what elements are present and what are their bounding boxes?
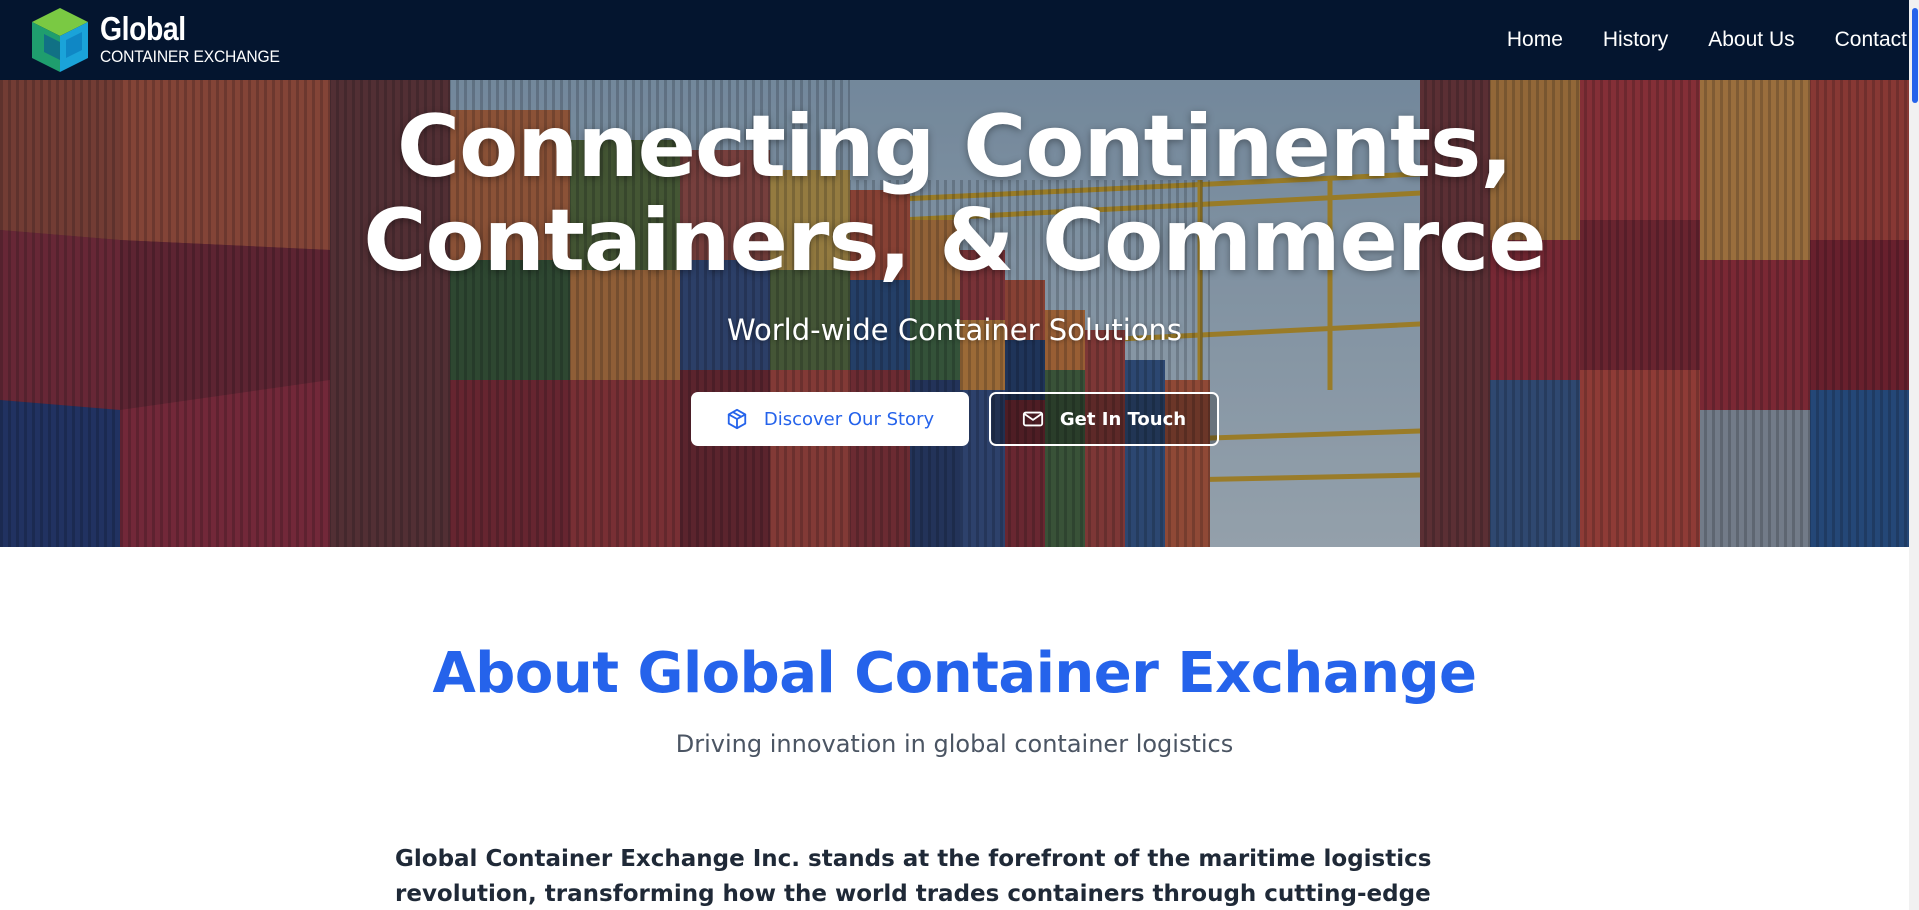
mail-icon: [1022, 410, 1044, 428]
scrollbar-track[interactable]: [1909, 0, 1919, 910]
logo-subtitle: CONTAINER EXCHANGE: [100, 47, 280, 66]
hero-subtitle: World-wide Container Solutions: [727, 313, 1182, 347]
hero-title-line-1: Connecting Continents,: [396, 97, 1513, 197]
about-subtitle: Driving innovation in global container l…: [675, 730, 1234, 758]
get-in-touch-button[interactable]: Get In Touch: [989, 392, 1219, 446]
box-icon: [726, 408, 748, 430]
cube-logo-icon: [32, 8, 88, 72]
scrollbar-thumb[interactable]: [1912, 8, 1918, 103]
hero-title-line-2: Containers, & Commerce: [363, 191, 1546, 291]
nav-history[interactable]: History: [1603, 28, 1668, 52]
hero-content: Connecting Continents, Containers, & Com…: [0, 80, 1909, 547]
nav-contact[interactable]: Contact: [1835, 28, 1907, 52]
logo-text: Global CONTAINER EXCHANGE: [100, 10, 295, 67]
logo-title: Global: [100, 10, 186, 47]
hero-section: Connecting Continents, Containers, & Com…: [0, 80, 1909, 547]
site-header: Global CONTAINER EXCHANGE Home History A…: [0, 0, 1909, 80]
discover-our-story-button[interactable]: Discover Our Story: [691, 392, 969, 446]
nav-about-us[interactable]: About Us: [1708, 28, 1794, 52]
discover-our-story-label: Discover Our Story: [763, 408, 935, 430]
about-body-text: Global Container Exchange Inc. stands at…: [395, 846, 1432, 907]
nav-home[interactable]: Home: [1507, 28, 1563, 52]
hero-title: Connecting Continents, Containers, & Com…: [0, 100, 1909, 288]
logo[interactable]: Global CONTAINER EXCHANGE: [26, 0, 295, 80]
main-nav: Home History About Us Contact: [1507, 0, 1909, 80]
about-title: About Global Container Exchange: [432, 641, 1477, 706]
get-in-touch-label: Get In Touch: [1059, 408, 1187, 430]
